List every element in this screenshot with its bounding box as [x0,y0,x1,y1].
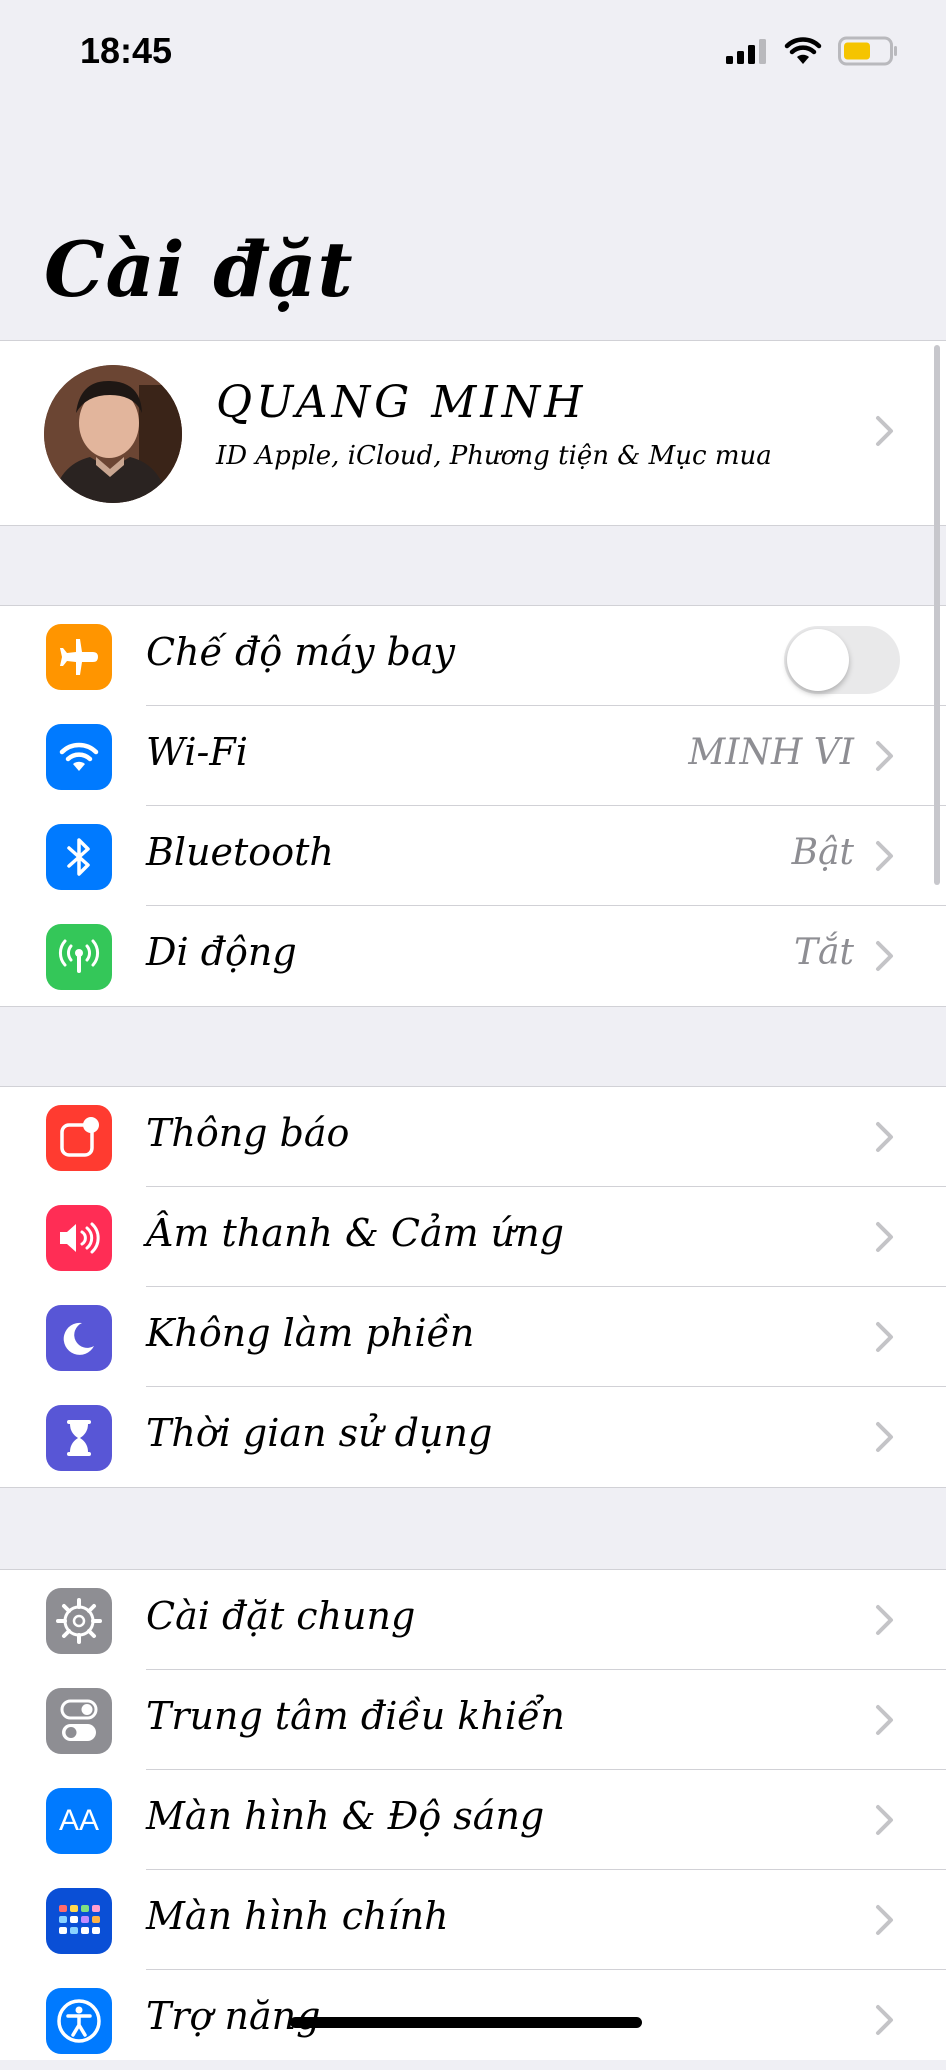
sounds-haptics-row[interactable]: Âm thanh & Cảm ứng [0,1187,946,1287]
display-brightness-row[interactable]: AA Màn hình & Độ sáng [0,1770,946,1870]
chevron-right-icon [876,2005,893,2035]
notifications-row[interactable]: Thông báo [0,1087,946,1187]
sounds-haptics-label: Âm thanh & Cảm ứng [146,1211,564,1255]
gear-icon [46,1588,112,1654]
chevron-right-icon [876,1122,893,1152]
wifi-row[interactable]: Wi-Fi MINH VI [0,706,946,806]
bluetooth-value: Bật [791,832,854,873]
control-center-row[interactable]: Trung tâm điều khiển [0,1670,946,1770]
general-label: Cài đặt chung [146,1594,416,1638]
airplane-mode-row: Chế độ máy bay [0,606,946,706]
general-row[interactable]: Cài đặt chung [0,1570,946,1670]
connectivity-group: Chế độ máy bay Wi-Fi MINH VI Bluetooth B… [0,605,946,1007]
notifications-icon [46,1105,112,1171]
notifications-label: Thông báo [146,1111,350,1155]
cellular-label: Di động [146,930,297,974]
chevron-right-icon [876,1905,893,1935]
chevron-right-icon [876,1322,893,1352]
cellular-value: Tắt [794,932,854,973]
page-title: Cài đặt [44,225,354,314]
chevron-right-icon [876,941,893,971]
wifi-status-icon [784,37,822,64]
sound-icon [46,1205,112,1271]
notifications-group: Thông báo Âm thanh & Cảm ứng Không làm p… [0,1086,946,1488]
display-brightness-label: Màn hình & Độ sáng [146,1794,545,1838]
cellular-row[interactable]: Di động Tắt [0,906,946,1006]
chevron-right-icon [876,841,893,871]
accessibility-icon [46,1988,112,2054]
chevron-right-icon [876,1605,893,1635]
toggle-knob [787,629,849,691]
bluetooth-label: Bluetooth [146,830,334,874]
chevron-right-icon [876,416,893,446]
apple-id-profile-row[interactable]: QUANG MINH ID Apple, iCloud, Phương tiện… [0,340,946,526]
airplane-mode-toggle[interactable] [784,626,900,694]
wifi-value: MINH VI [688,732,854,773]
do-not-disturb-row[interactable]: Không làm phiền [0,1287,946,1387]
status-icons [726,34,898,68]
control-center-label: Trung tâm điều khiển [146,1694,565,1738]
profile-subtitle: ID Apple, iCloud, Phương tiện & Mục mua [216,441,772,471]
airplane-icon [46,624,112,690]
screen-time-row[interactable]: Thời gian sử dụng [0,1387,946,1487]
screen-time-label: Thời gian sử dụng [146,1411,493,1455]
do-not-disturb-label: Không làm phiền [146,1311,475,1355]
chevron-right-icon [876,1705,893,1735]
moon-icon [46,1305,112,1371]
airplane-mode-label: Chế độ máy bay [146,630,455,674]
chevron-right-icon [876,1805,893,1835]
control-center-icon [46,1688,112,1754]
status-time: 18:45 [80,30,173,71]
hourglass-icon [46,1405,112,1471]
chevron-right-icon [876,1222,893,1252]
scrollbar[interactable] [934,345,940,885]
battery-icon [838,36,897,66]
display-brightness-icon: AA [46,1788,112,1854]
accessibility-label: Trợ năng [146,1994,321,2038]
chevron-right-icon [876,1422,893,1452]
signal-icon [726,39,766,64]
cellular-icon [46,924,112,990]
wifi-icon [46,724,112,790]
bluetooth-icon [46,824,112,890]
chevron-right-icon [876,741,893,771]
home-indicator[interactable] [290,2017,642,2028]
profile-name: QUANG MINH [216,377,587,428]
bluetooth-row[interactable]: Bluetooth Bật [0,806,946,906]
avatar [44,365,182,503]
wifi-label: Wi-Fi [146,730,248,774]
home-screen-icon [46,1888,112,1954]
general-group: Cài đặt chung Trung tâm điều khiển AA Mà… [0,1569,946,2060]
status-bar: 18:45 [0,0,946,110]
home-screen-label: Màn hình chính [146,1894,449,1938]
home-screen-row[interactable]: Màn hình chính [0,1870,946,1970]
